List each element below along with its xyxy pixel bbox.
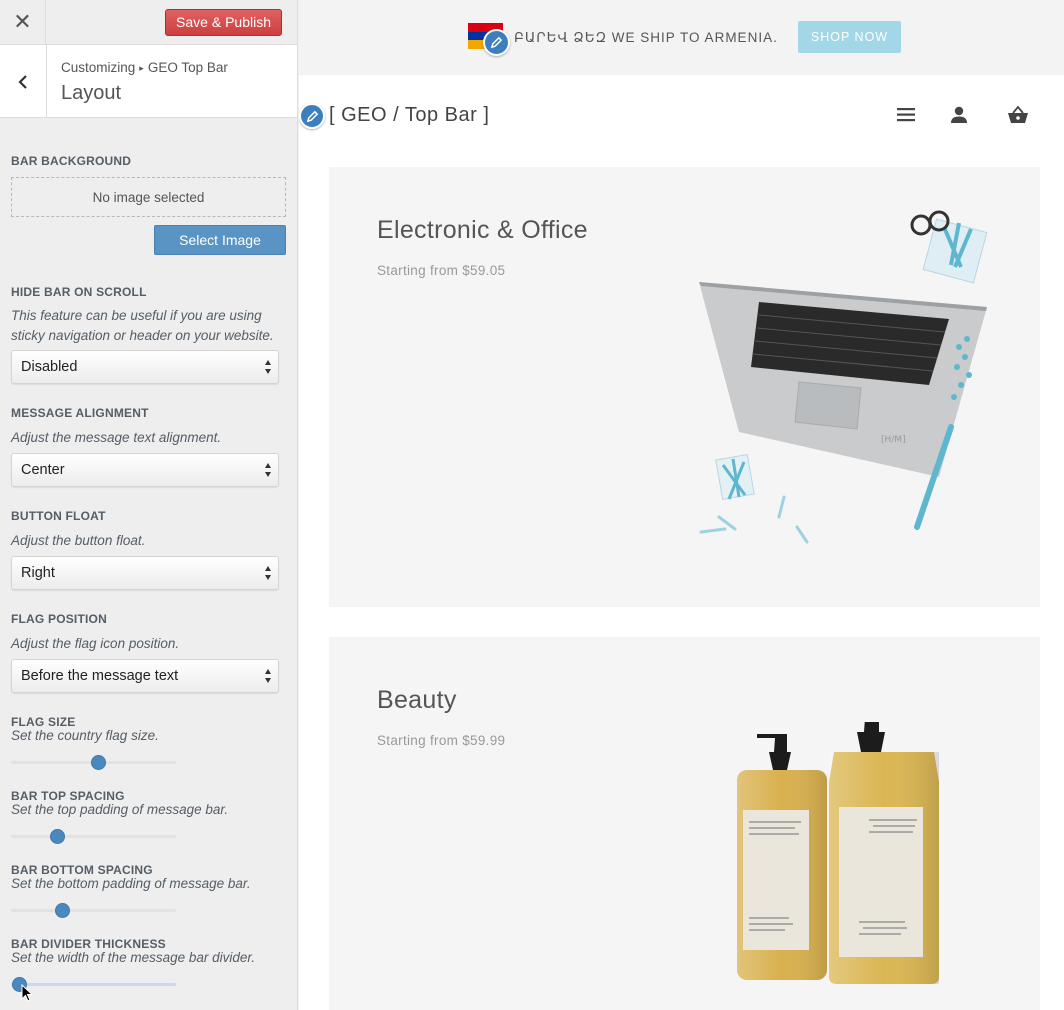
select-arrows-icon — [265, 566, 272, 580]
hide-bar-label: Hide Bar on Scroll — [11, 285, 147, 299]
save-publish-button[interactable]: Save & Publish — [165, 9, 282, 36]
bar-divider-description: Set the width of the message bar divider… — [11, 950, 256, 965]
flag-size-description: Set the country flag size. — [11, 728, 159, 743]
bar-divider-slider[interactable] — [11, 977, 176, 992]
category-title: Beauty — [377, 686, 457, 714]
edit-shortcut-topbar[interactable] — [483, 29, 510, 56]
select-arrows-icon — [265, 360, 272, 374]
basket-icon[interactable] — [1006, 103, 1030, 127]
flag-position-label: Flag Position — [11, 612, 107, 626]
customizer-header: ✕ Save & Publish — [0, 0, 297, 45]
back-button[interactable] — [0, 45, 47, 118]
button-float-select-value: Right — [21, 565, 55, 581]
slider-track — [11, 909, 176, 912]
bar-bottom-spacing-slider[interactable] — [11, 903, 176, 918]
hamburger-menu-icon[interactable] — [894, 103, 918, 127]
category-subtitle: Starting from $59.99 — [377, 733, 506, 748]
breadcrumb-root: Customizing — [61, 60, 136, 75]
button-float-description: Adjust the button float. — [11, 533, 146, 548]
select-image-button[interactable]: Select Image — [154, 225, 286, 255]
pencil-icon — [490, 36, 503, 49]
page-title: Layout — [61, 82, 122, 104]
edit-shortcut-title[interactable] — [299, 103, 325, 129]
site-title[interactable]: [ GEO / Top Bar ] — [329, 104, 489, 127]
bar-top-spacing-description: Set the top padding of message bar. — [11, 802, 229, 817]
close-icon[interactable]: ✕ — [0, 0, 46, 44]
category-title: Electronic & Office — [377, 216, 588, 244]
geo-top-bar: ԲԱՐԵՎ ՁԵԶ WE SHIP TO ARMENIA. SHOP NOW — [299, 0, 1064, 75]
hide-bar-select[interactable]: Disabled — [11, 350, 279, 384]
select-arrows-icon — [265, 463, 272, 477]
category-subtitle: Starting from $59.05 — [377, 263, 506, 278]
breadcrumb: Customizing ▸ GEO Top Bar — [61, 60, 228, 75]
slider-thumb[interactable] — [55, 903, 71, 918]
soap-bottles-image — [737, 722, 939, 984]
flag-size-slider[interactable] — [11, 755, 176, 770]
breadcrumb-separator: ▸ — [139, 63, 144, 73]
message-alignment-select[interactable]: Center — [11, 453, 279, 487]
section-header: Customizing ▸ GEO Top Bar Layout — [0, 45, 297, 118]
select-arrows-icon — [265, 669, 272, 683]
slider-thumb[interactable] — [91, 755, 107, 770]
bar-background-label: Bar Background — [11, 154, 132, 168]
slider-track — [11, 835, 176, 838]
breadcrumb-current: GEO Top Bar — [147, 60, 228, 75]
message-alignment-label: Message Alignment — [11, 406, 149, 420]
chevron-left-icon — [18, 74, 27, 89]
svg-text:[H/M]: [H/M] — [881, 435, 906, 445]
hide-bar-select-value: Disabled — [21, 359, 78, 375]
site-header: [ GEO / Top Bar ] — [299, 75, 1064, 155]
user-icon[interactable] — [947, 103, 971, 127]
message-alignment-description: Adjust the message text alignment. — [11, 430, 222, 445]
flag-position-select-value: Before the message text — [21, 668, 179, 684]
laptop-image: [H/M] — [699, 210, 988, 544]
category-card-beauty[interactable]: Beauty Starting from $59.99 — [329, 637, 1040, 1010]
button-float-label: Button Float — [11, 509, 106, 523]
slider-track — [11, 983, 176, 986]
bar-top-spacing-slider[interactable] — [11, 829, 176, 844]
shop-now-button[interactable]: SHOP NOW — [798, 21, 901, 53]
flag-position-description: Adjust the flag icon position. — [11, 636, 180, 651]
category-card-electronics[interactable]: Electronic & Office Starting from $59.05… — [329, 167, 1040, 607]
bar-bottom-spacing-description: Set the bottom padding of message bar. — [11, 876, 251, 891]
message-alignment-select-value: Center — [21, 462, 65, 478]
bar-message-text: ԲԱՐԵՎ ՁԵԶ WE SHIP TO ARMENIA. — [514, 30, 778, 45]
flag-position-select[interactable]: Before the message text — [11, 659, 279, 693]
customizer-sidebar: ✕ Save & Publish Customizing ▸ GEO Top Bar… — [0, 0, 298, 1010]
hide-bar-description: This feature can be useful if you are us… — [11, 308, 274, 343]
button-float-select[interactable]: Right — [11, 556, 279, 590]
image-placeholder: No image selected — [11, 177, 286, 217]
site-preview: ԲԱՐԵՎ ՁԵԶ WE SHIP TO ARMENIA. SHOP NOW [… — [299, 0, 1064, 1010]
pencil-icon — [306, 110, 318, 122]
slider-thumb[interactable] — [50, 829, 66, 844]
mouse-cursor-icon — [21, 984, 33, 1002]
